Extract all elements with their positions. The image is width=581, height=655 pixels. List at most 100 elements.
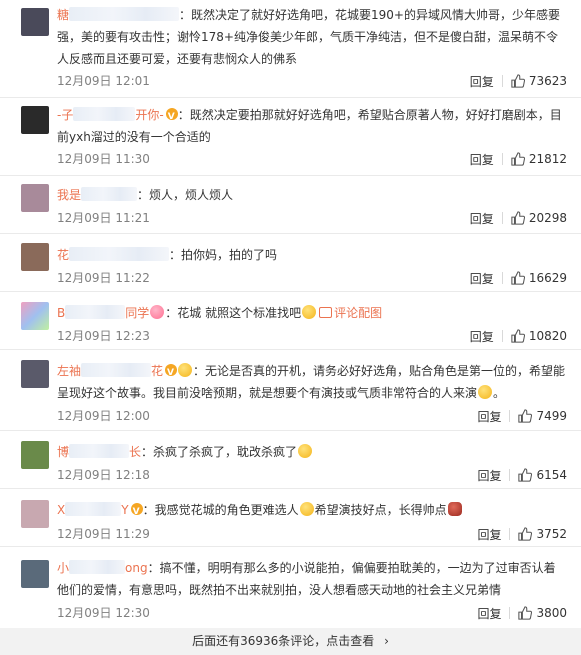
- comment-body-end: 。: [493, 386, 506, 400]
- comment-item: 博 长：杀疯了杀疯了，耽改杀疯了 12月09日 12:18 回复 6154: [0, 431, 581, 489]
- username[interactable]: 博: [57, 445, 69, 459]
- comment-item: 糖：既然决定了就好好选角吧，花城要190+的异域风情大帅哥，少年感要强，美的要有…: [0, 0, 581, 98]
- avatar[interactable]: [21, 441, 49, 469]
- username-blurred: [69, 7, 180, 21]
- username[interactable]: 糖: [57, 8, 69, 22]
- picture-icon: [319, 307, 333, 318]
- like-button[interactable]: 20298: [511, 211, 567, 225]
- chevron-right-icon: ›: [384, 634, 389, 648]
- comment-meta: 12月09日 12:23 回复 10820: [57, 327, 567, 345]
- username-suffix[interactable]: 开你-: [135, 108, 163, 122]
- verified-badge-icon: [165, 362, 178, 384]
- thumbs-up-icon: [511, 271, 525, 285]
- comment-text: X Y ：我感觉花城的角色更难选人 希望演技好点，长得帅点: [57, 499, 567, 523]
- comment-actions: 回复 10820: [470, 327, 567, 345]
- avatar[interactable]: [21, 360, 49, 388]
- divider: [501, 212, 503, 224]
- reply-button[interactable]: 回复: [477, 605, 501, 622]
- avatar[interactable]: [21, 560, 49, 588]
- thumbs-up-icon: [518, 606, 533, 620]
- like-button[interactable]: 7499: [518, 409, 567, 423]
- timestamp: 12月09日 12:18: [57, 468, 150, 482]
- username[interactable]: 花: [57, 248, 69, 262]
- username-blurred: [69, 444, 130, 458]
- like-button[interactable]: 3752: [518, 527, 567, 541]
- comment-actions: 回复 3800: [477, 604, 567, 622]
- username[interactable]: 小: [57, 561, 69, 575]
- reply-button[interactable]: 回复: [470, 328, 494, 345]
- like-count: 3752: [536, 527, 567, 541]
- more-comments-label: 后面还有36936条评论，点击查看: [192, 634, 375, 648]
- avatar-image: [21, 302, 49, 330]
- username[interactable]: 我是: [57, 188, 81, 202]
- reply-button[interactable]: 回复: [477, 408, 501, 425]
- like-button[interactable]: 3800: [518, 606, 567, 620]
- username-suffix[interactable]: 同学: [125, 306, 149, 320]
- username-blurred: [73, 107, 136, 121]
- thumbs-up-icon: [518, 468, 533, 482]
- username-suffix[interactable]: 长: [129, 445, 141, 459]
- username-suffix[interactable]: 花: [151, 364, 163, 378]
- avatar[interactable]: [21, 8, 49, 36]
- emoji-icon: [299, 502, 314, 516]
- thumbs-up-icon: [511, 329, 525, 343]
- more-comments-button[interactable]: 后面还有36936条评论，点击查看 ›: [0, 628, 581, 655]
- comment-text: B 同学 ：花城 就照这个标准找吧 评论配图: [57, 302, 567, 324]
- comment-text: 左袖花：无论是否真的开机，请务必好好选角，贴合角色是第一位的，希望能呈现好这个故…: [57, 360, 567, 404]
- avatar[interactable]: [21, 302, 49, 330]
- comment-body: ：杀疯了杀疯了，耽改杀疯了: [141, 445, 298, 459]
- username[interactable]: B: [57, 306, 65, 320]
- thumbs-up-icon: [511, 211, 525, 225]
- comment-item: X Y ：我感觉花城的角色更难选人 希望演技好点，长得帅点 12月09日 11:29 …: [0, 489, 581, 547]
- comment-image-link[interactable]: 评论配图: [334, 306, 382, 320]
- like-button[interactable]: 16629: [511, 271, 567, 285]
- username[interactable]: -子: [57, 108, 73, 122]
- like-count: 73623: [528, 74, 567, 88]
- comment-body: ：烦人，烦人烦人: [137, 188, 234, 202]
- emoji-icon: [478, 385, 493, 399]
- like-button[interactable]: 21812: [511, 152, 567, 166]
- reply-button[interactable]: 回复: [477, 467, 501, 484]
- username[interactable]: X: [57, 503, 65, 517]
- comment-actions: 回复 73623: [470, 72, 567, 90]
- thumbs-up-icon: [518, 409, 533, 423]
- username-suffix[interactable]: ong: [125, 561, 148, 575]
- avatar[interactable]: [21, 106, 49, 134]
- like-count: 3800: [536, 606, 567, 620]
- thumbs-up-icon: [518, 527, 533, 541]
- username-blurred: [81, 363, 152, 377]
- reply-button[interactable]: 回复: [470, 270, 494, 287]
- username-blurred: [69, 560, 126, 574]
- divider: [501, 153, 503, 165]
- avatar[interactable]: [21, 500, 49, 528]
- divider: [501, 75, 503, 87]
- username[interactable]: 左袖: [57, 364, 81, 378]
- username-blurred: [65, 305, 126, 319]
- username-suffix[interactable]: Y: [121, 503, 128, 517]
- like-button[interactable]: 10820: [511, 329, 567, 343]
- avatar[interactable]: [21, 184, 49, 212]
- timestamp: 12月09日 11:29: [57, 527, 150, 541]
- username-blurred: [65, 502, 122, 516]
- comment-item: -子开你-：既然决定要拍那就好好选角吧，希望贴合原著人物，好好打磨剧本，目前yx…: [0, 98, 581, 176]
- reply-button[interactable]: 回复: [470, 73, 494, 90]
- avatar-image: [21, 184, 49, 212]
- avatar-image: [21, 360, 49, 388]
- like-count: 10820: [528, 329, 567, 343]
- timestamp: 12月09日 12:23: [57, 329, 150, 343]
- reply-button[interactable]: 回复: [477, 526, 501, 543]
- comment-item: 花 ：拍你妈，拍的了吗 12月09日 11:22 回复 16629: [0, 234, 581, 292]
- comment-item: 我是 ：烦人，烦人烦人 12月09日 11:21 回复 20298: [0, 176, 581, 234]
- reply-button[interactable]: 回复: [470, 151, 494, 168]
- reply-button[interactable]: 回复: [470, 210, 494, 227]
- like-button[interactable]: 6154: [518, 468, 567, 482]
- avatar[interactable]: [21, 243, 49, 271]
- comment-meta: 12月09日 11:22 回复 16629: [57, 269, 567, 287]
- like-button[interactable]: 73623: [511, 74, 567, 88]
- comment-meta: 12月09日 11:30 回复 21812: [57, 150, 567, 168]
- comment-meta: 12月09日 11:21 回复 20298: [57, 209, 567, 227]
- comment-meta: 12月09日 12:18 回复 6154: [57, 466, 567, 484]
- divider: [501, 272, 503, 284]
- like-count: 6154: [536, 468, 567, 482]
- timestamp: 12月09日 12:00: [57, 409, 150, 423]
